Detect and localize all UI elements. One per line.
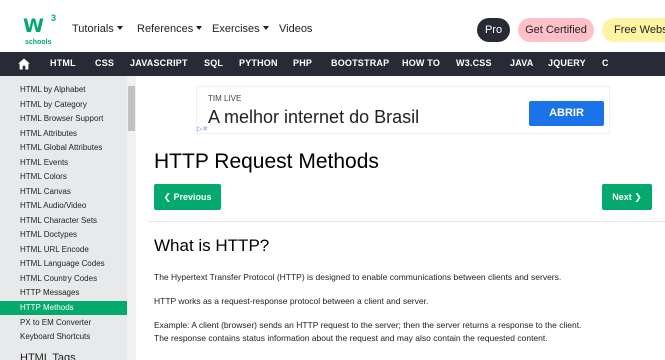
nav-jquery[interactable]: JQUERY — [548, 58, 586, 68]
sidebar-item-html-attributes[interactable]: HTML Attributes — [20, 129, 77, 138]
section-divider — [148, 221, 665, 222]
sidebar-item-html-events[interactable]: HTML Events — [20, 158, 68, 167]
exercises-menu[interactable]: Exercises — [212, 23, 269, 35]
sidebar-item-html-doctypes[interactable]: HTML Doctypes — [20, 230, 77, 239]
sidebar-item-http-messages[interactable]: HTTP Messages — [20, 288, 79, 297]
sidebar-item-html-browser-support[interactable]: HTML Browser Support — [20, 114, 103, 123]
sidebar-item-html-language-codes[interactable]: HTML Language Codes — [20, 259, 105, 268]
top-bar: W 3 schools Tutorials References Exercis… — [0, 8, 665, 52]
nav-java[interactable]: JAVA — [510, 58, 533, 68]
tutorials-label: Tutorials — [72, 23, 114, 35]
sidebar-item-html-colors[interactable]: HTML Colors — [20, 172, 67, 181]
free-website-button[interactable]: Free Website — [602, 18, 665, 42]
home-icon[interactable] — [18, 58, 30, 70]
sidebar-item-html-character-sets[interactable]: HTML Character Sets — [20, 216, 97, 225]
sidebar-item-html-url-encode[interactable]: HTML URL Encode — [20, 245, 89, 254]
logo-subtitle: schools — [25, 39, 52, 46]
sidebar-item-html-audio-video[interactable]: HTML Audio/Video — [20, 201, 86, 210]
logo-superscript: 3 — [51, 13, 57, 23]
nav-css[interactable]: CSS — [95, 58, 114, 68]
sidebar-item-keyboard-shortcuts[interactable]: Keyboard Shortcuts — [20, 332, 90, 341]
nav-html[interactable]: HTML — [50, 58, 76, 68]
caret-down-icon — [262, 26, 269, 31]
adchoices-icon[interactable]: ▷✕ — [197, 125, 211, 134]
ad-banner[interactable]: TIM LIVE A melhor internet do Brasil ABR… — [196, 86, 610, 134]
nav-python[interactable]: PYTHON — [239, 58, 278, 68]
sidebar-item-html-country-codes[interactable]: HTML Country Codes — [20, 274, 97, 283]
ad-headline: A melhor internet do Brasil — [208, 107, 420, 127]
nav-sql[interactable]: SQL — [204, 58, 223, 68]
section-title: What is HTTP? — [154, 236, 270, 255]
tutorials-menu[interactable]: Tutorials — [72, 23, 123, 35]
paragraph-response: The response contains status information… — [154, 333, 548, 343]
paragraph-intro: The Hypertext Transfer Protocol (HTTP) i… — [154, 272, 562, 282]
pro-button[interactable]: Pro — [477, 18, 510, 42]
w3schools-logo[interactable]: W 3 schools — [23, 13, 57, 49]
page-title: HTTP Request Methods — [154, 150, 379, 173]
get-certified-button[interactable]: Get Certified — [518, 18, 594, 42]
next-button[interactable]: Next ❯ — [602, 184, 652, 210]
paragraph-example: Example: A client (browser) sends an HTT… — [154, 320, 582, 330]
references-label: References — [137, 23, 194, 35]
sidebar-scroll-thumb[interactable] — [128, 86, 135, 131]
exercises-label: Exercises — [212, 23, 260, 35]
nav-w3css[interactable]: W3.CSS — [456, 58, 492, 68]
caret-down-icon — [196, 26, 203, 31]
caret-down-icon — [116, 26, 123, 31]
nav-how-to[interactable]: HOW TO — [402, 58, 440, 68]
sidebar-section-heading: HTML Tags — [20, 352, 76, 360]
logo-mark: W — [23, 15, 44, 37]
paragraph-protocol: HTTP works as a request-response protoco… — [154, 296, 429, 306]
main-nav-bar: HTML CSS JAVASCRIPT SQL PYTHON PHP BOOTS… — [0, 52, 665, 76]
sidebar-item-html-global-attributes[interactable]: HTML Global Attributes — [20, 143, 102, 152]
ad-open-button[interactable]: ABRIR — [529, 101, 604, 126]
sidebar-item-html-canvas[interactable]: HTML Canvas — [20, 187, 71, 196]
sidebar-item-http-methods[interactable]: HTTP Methods — [20, 303, 74, 312]
videos-link[interactable]: Videos — [279, 23, 312, 35]
previous-button[interactable]: ❮ Previous — [154, 184, 221, 210]
ad-brand: TIM LIVE — [208, 94, 242, 103]
sidebar-item-html-by-category[interactable]: HTML by Category — [20, 100, 87, 109]
videos-label: Videos — [279, 23, 313, 35]
nav-bootstrap[interactable]: BOOTSTRAP — [331, 58, 389, 68]
nav-php[interactable]: PHP — [293, 58, 312, 68]
nav-javascript[interactable]: JAVASCRIPT — [130, 58, 188, 68]
references-menu[interactable]: References — [137, 23, 203, 35]
nav-c[interactable]: C — [602, 58, 609, 68]
sidebar-scrollbar[interactable] — [127, 76, 136, 360]
sidebar: HTML by Alphabet HTML by Category HTML B… — [0, 76, 136, 360]
sidebar-item-html-by-alphabet[interactable]: HTML by Alphabet — [20, 85, 86, 94]
sidebar-item-px-to-em-converter[interactable]: PX to EM Converter — [20, 318, 91, 327]
